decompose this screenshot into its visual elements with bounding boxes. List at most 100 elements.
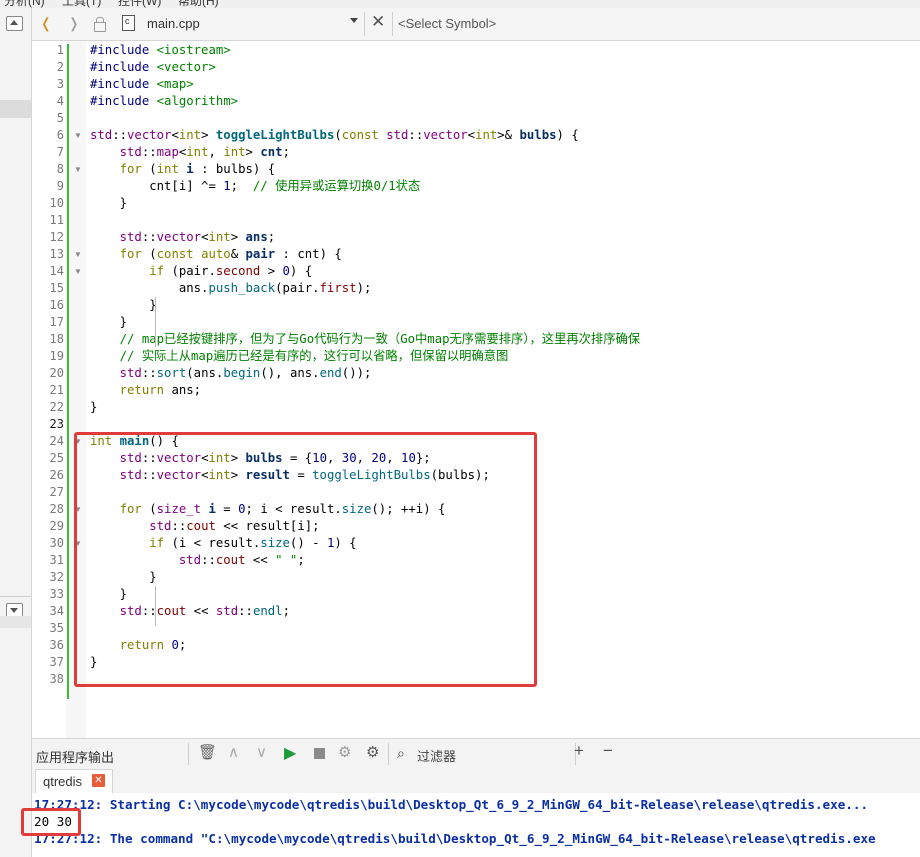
code-line[interactable]: 6 ▼ std::vector<int> toggleLightBulbs(cons… bbox=[32, 127, 920, 144]
menu-item-widgets[interactable]: 控件(W) bbox=[118, 0, 161, 8]
close-file-icon[interactable]: ✕ bbox=[371, 12, 385, 32]
code-text: if (i < result.size() - 1) { bbox=[149, 536, 357, 550]
code-line[interactable]: 33 } bbox=[32, 586, 920, 603]
code-line[interactable]: 37} bbox=[32, 654, 920, 671]
code-line[interactable]: 11 bbox=[32, 212, 920, 229]
code-line[interactable]: 16 } bbox=[32, 297, 920, 314]
code-line[interactable]: 20 std::sort(ans.begin(), ans.end()); bbox=[32, 365, 920, 382]
lock-icon[interactable] bbox=[94, 17, 106, 32]
menu-bar: 分析(N) 工具(T) 控件(W) 帮助(H) bbox=[0, 0, 920, 8]
fold-arrow-icon[interactable]: ▼ bbox=[74, 535, 82, 552]
cpp-file-icon bbox=[122, 15, 135, 31]
forward-arrow-icon[interactable]: ❭ bbox=[68, 15, 80, 32]
code-line[interactable]: 21 return ans; bbox=[32, 382, 920, 399]
left-panel-selected-item[interactable] bbox=[0, 100, 31, 118]
filter-placeholder: 过滤器 bbox=[417, 749, 457, 764]
line-number: 24 bbox=[49, 434, 64, 448]
run-icon[interactable]: ▶ bbox=[284, 743, 296, 763]
attach-debugger-icon[interactable]: ⚙ bbox=[338, 743, 351, 761]
filter-field[interactable]: ⌕ 过滤器 bbox=[388, 743, 576, 765]
settings-icon[interactable]: ⚙ bbox=[366, 743, 379, 761]
code-text: cnt[i] ^= 1; // 使用异或运算切换0/1状态 bbox=[90, 179, 421, 193]
line-number: 13 bbox=[49, 247, 64, 261]
menu-item-help[interactable]: 帮助(H) bbox=[178, 0, 219, 8]
code-text: for (size_t i = 0; i < result.size(); ++… bbox=[119, 502, 446, 516]
code-line[interactable]: 19 // 实际上从map遍历已经是有序的，这行可以省略，但保留以明确意图 bbox=[32, 348, 920, 365]
output-tab-bar: qtredis ✕ bbox=[32, 769, 920, 793]
code-text: } bbox=[90, 400, 98, 414]
code-line[interactable]: 34 std::cout << std::endl; bbox=[32, 603, 920, 620]
code-line[interactable]: 14 ▼ if (pair.second > 0) { bbox=[32, 263, 920, 280]
code-line[interactable]: 4 #include <algorithm> bbox=[32, 93, 920, 110]
code-line[interactable]: 10 } bbox=[32, 195, 920, 212]
code-line[interactable]: 8 ▼ for (int i : bulbs) { bbox=[32, 161, 920, 178]
code-line[interactable]: 28 ▼ for (size_t i = 0; i < result.size()… bbox=[32, 501, 920, 518]
code-text: std::sort(ans.begin(), ans.end()); bbox=[119, 366, 372, 380]
code-line[interactable]: 18 // map已经按键排序，但为了与Go代码行为一致（Go中map无序需要排… bbox=[32, 331, 920, 348]
symbol-selector[interactable]: <Select Symbol> bbox=[398, 16, 496, 31]
code-line[interactable]: 36 return 0; bbox=[32, 637, 920, 654]
code-line[interactable]: 38 bbox=[32, 671, 920, 688]
back-arrow-icon[interactable]: ❬ bbox=[40, 15, 52, 32]
code-line[interactable]: 29 std::cout << result[i]; bbox=[32, 518, 920, 535]
trash-icon[interactable]: 🗑 bbox=[198, 743, 217, 761]
chevron-up-icon[interactable]: ∧ bbox=[228, 743, 239, 761]
fold-arrow-icon[interactable]: ▼ bbox=[74, 433, 82, 450]
code-line[interactable]: 35 bbox=[32, 620, 920, 637]
line-number: 35 bbox=[49, 621, 64, 635]
code-line[interactable]: 31 std::cout << " "; bbox=[32, 552, 920, 569]
code-line[interactable]: 27 bbox=[32, 484, 920, 501]
menu-item-analyze[interactable]: 分析(N) bbox=[4, 0, 45, 8]
minus-icon[interactable]: − bbox=[603, 741, 613, 761]
add-icon[interactable]: + bbox=[574, 741, 584, 761]
code-text: } bbox=[90, 298, 157, 312]
code-text: return 0; bbox=[119, 638, 187, 652]
code-line[interactable]: 23 bbox=[32, 416, 920, 433]
code-line[interactable]: 1 #include <iostream> bbox=[32, 42, 920, 59]
tab-qtredis[interactable]: qtredis ✕ bbox=[35, 769, 113, 793]
fold-arrow-icon[interactable]: ▼ bbox=[74, 246, 82, 263]
open-file-selector[interactable]: main.cpp bbox=[147, 16, 200, 31]
output-console[interactable]: 17:27:12: Starting C:\mycode\mycode\qtre… bbox=[32, 793, 920, 857]
code-line[interactable]: 15 ans.push_back(pair.first); bbox=[32, 280, 920, 297]
code-text: return ans; bbox=[119, 383, 202, 397]
stop-icon[interactable] bbox=[314, 748, 325, 759]
menu-item-tools[interactable]: 工具(T) bbox=[62, 0, 101, 8]
code-line[interactable]: 13 ▼ for (const auto& pair : cnt) { bbox=[32, 246, 920, 263]
code-line[interactable]: 22} bbox=[32, 399, 920, 416]
code-text: std::vector<int> result = toggleLightBul… bbox=[119, 468, 490, 482]
code-text: std::vector<int> toggleLightBulbs(const … bbox=[90, 128, 579, 142]
panel-handle[interactable] bbox=[0, 616, 31, 628]
code-line[interactable]: 24 ▼ int main() { bbox=[32, 433, 920, 450]
code-text: std::map<int, int> cnt; bbox=[119, 145, 290, 159]
code-line[interactable]: 32 } bbox=[32, 569, 920, 586]
code-text: ans.push_back(pair.first); bbox=[90, 281, 372, 295]
code-editor[interactable]: 1 #include <iostream> 2 #include <vector> 3 #… bbox=[32, 41, 920, 738]
fold-arrow-icon[interactable]: ▼ bbox=[74, 501, 82, 518]
code-line[interactable]: 9 cnt[i] ^= 1; // 使用异或运算切换0/1状态 bbox=[32, 178, 920, 195]
code-line[interactable]: 3 #include <map> bbox=[32, 76, 920, 93]
fold-arrow-icon[interactable]: ▼ bbox=[74, 263, 82, 280]
fold-arrow-icon[interactable]: ▼ bbox=[74, 161, 82, 178]
code-line[interactable]: 30 ▼ if (i < result.size() - 1) { bbox=[32, 535, 920, 552]
close-icon[interactable]: ✕ bbox=[92, 774, 105, 787]
code-line[interactable]: 7 std::map<int, int> cnt; bbox=[32, 144, 920, 161]
line-number: 36 bbox=[49, 638, 64, 652]
line-number: 8 bbox=[56, 162, 64, 176]
line-number: 4 bbox=[56, 94, 64, 108]
line-number: 34 bbox=[49, 604, 64, 618]
chevron-down-icon[interactable]: ∨ bbox=[256, 743, 267, 761]
collapse-panel-icon[interactable] bbox=[6, 16, 23, 31]
code-line[interactable]: 2 #include <vector> bbox=[32, 59, 920, 76]
code-line[interactable]: 5 bbox=[32, 110, 920, 127]
line-number: 5 bbox=[56, 111, 64, 125]
code-line[interactable]: 25 std::vector<int> bulbs = {10, 30, 20,… bbox=[32, 450, 920, 467]
toolbar-divider bbox=[188, 743, 189, 765]
fold-arrow-icon[interactable]: ▼ bbox=[74, 127, 82, 144]
code-line[interactable]: 26 std::vector<int> result = toggleLight… bbox=[32, 467, 920, 484]
code-line[interactable]: 17 } bbox=[32, 314, 920, 331]
line-number: 28 bbox=[49, 502, 64, 516]
chevron-down-icon[interactable] bbox=[350, 18, 358, 23]
code-line[interactable]: 12 std::vector<int> ans; bbox=[32, 229, 920, 246]
toolbar-divider bbox=[392, 12, 393, 36]
